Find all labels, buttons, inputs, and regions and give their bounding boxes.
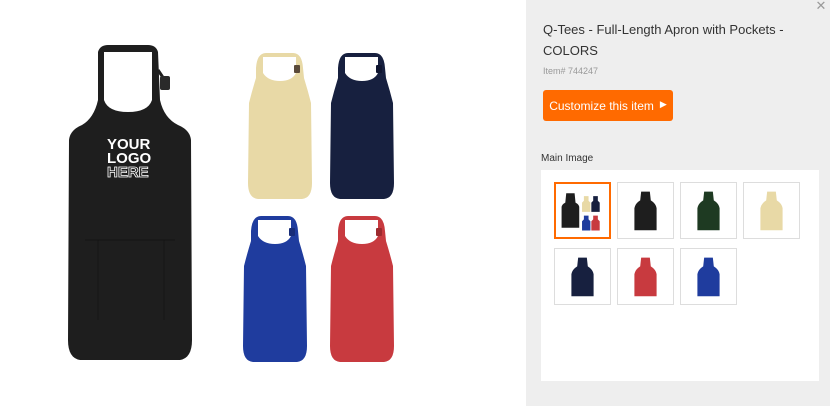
main-image-label: Main Image xyxy=(541,153,594,164)
item-number: Item# 744247 xyxy=(543,66,599,76)
logo-line-3: HERE xyxy=(107,164,149,181)
royal-apron xyxy=(243,216,307,362)
customize-button[interactable]: Customize this item ▶ xyxy=(543,90,673,121)
customize-label: Customize this item xyxy=(549,98,654,113)
thumbnail-black[interactable] xyxy=(617,182,674,239)
red-apron xyxy=(330,216,394,362)
product-info-panel: ✕ Q-Tees - Full-Length Apron with Pocket… xyxy=(526,0,830,406)
close-icon[interactable]: ✕ xyxy=(814,0,828,14)
navy-apron xyxy=(330,53,394,199)
thumbnail-red[interactable] xyxy=(617,248,674,305)
natural-apron xyxy=(248,53,312,199)
thumbnail-forest[interactable] xyxy=(680,182,737,239)
main-product-image: YOUR LOGO HERE xyxy=(0,0,526,406)
black-apron-large: YOUR LOGO HERE xyxy=(68,45,192,360)
play-arrow-icon: ▶ xyxy=(659,100,667,110)
thumbnail-all-colors[interactable] xyxy=(554,182,611,239)
thumbnail-navy[interactable] xyxy=(554,248,611,305)
product-title: Q-Tees - Full-Length Apron with Pockets … xyxy=(543,22,784,58)
thumbnail-natural[interactable] xyxy=(743,182,800,239)
thumbnail-gallery xyxy=(541,170,819,381)
thumbnail-royal[interactable] xyxy=(680,248,737,305)
